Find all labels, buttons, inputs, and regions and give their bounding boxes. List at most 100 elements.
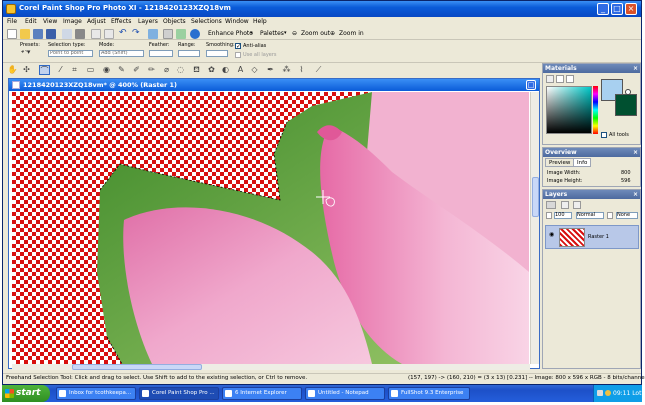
print-icon[interactable] (75, 29, 85, 39)
shape-tool-icon[interactable]: ◇ (249, 65, 260, 75)
vertical-scroll-thumb[interactable] (532, 177, 539, 217)
tray-network-icon[interactable] (597, 390, 603, 396)
hue-slider[interactable] (593, 86, 598, 134)
redo-icon[interactable]: ↷ (132, 29, 142, 39)
menu-window[interactable]: Window (225, 18, 249, 25)
maximize-button[interactable]: □ (611, 3, 623, 15)
new-file-icon[interactable] (7, 29, 17, 39)
layer-properties-icon[interactable] (163, 29, 173, 39)
taskbar-item-inbox[interactable]: Inbox for tcothkeepa... (56, 387, 136, 400)
background-swatch[interactable] (615, 94, 637, 116)
presets-dropdown[interactable]: ↶▾ (20, 50, 40, 57)
palettes-button[interactable]: Palettes (260, 30, 284, 37)
all-tools-checkbox[interactable] (601, 132, 607, 138)
document-vertical-scrollbar[interactable] (530, 92, 539, 364)
dodge-tool-icon[interactable]: ⌀ (161, 65, 172, 75)
materials-header[interactable]: Materials × (543, 64, 640, 73)
horizontal-scroll-thumb[interactable] (72, 364, 202, 370)
pen-tool-icon[interactable]: ✒ (265, 65, 276, 75)
zoom-out-button[interactable]: Zoom out (301, 30, 330, 37)
minimize-button[interactable]: _ (597, 3, 609, 15)
layers-close-icon[interactable]: × (633, 190, 638, 199)
palette-close-icon[interactable]: × (633, 64, 638, 73)
image-canvas[interactable] (12, 92, 529, 364)
enhance-photo-button[interactable]: Enhance Photo (208, 30, 253, 37)
scan-icon[interactable] (62, 29, 72, 39)
eraser-tool-icon[interactable]: ◌ (175, 65, 186, 75)
taskbar-item-internet-explorer[interactable]: 6 Internet Explorer (222, 387, 302, 400)
swap-colors-icon[interactable] (625, 89, 631, 95)
zoom-in-icon[interactable]: ⊕ (330, 30, 335, 37)
straighten-tool-icon[interactable]: ▭ (85, 65, 96, 75)
flood-fill-icon[interactable]: ⛾ (191, 65, 202, 75)
color-picker-square[interactable] (546, 86, 592, 134)
tray-volume-icon[interactable] (605, 390, 611, 396)
title-bar[interactable]: Corel Paint Shop Pro Photo XI - 12184201… (3, 1, 641, 17)
new-layer-icon[interactable] (546, 201, 556, 209)
open-folder-icon[interactable] (20, 29, 30, 39)
clone-brush-icon[interactable]: ✐ (131, 65, 142, 75)
frame-mode-icon[interactable] (546, 75, 554, 83)
learning-center-icon[interactable] (176, 29, 186, 39)
document-horizontal-scrollbar[interactable] (12, 364, 530, 370)
document-maximize-button[interactable]: □ (526, 80, 536, 90)
undo-icon[interactable]: ↶ (119, 29, 129, 39)
swatches-mode-icon[interactable] (566, 75, 574, 83)
makeover-tool-icon[interactable]: ✎ (116, 65, 127, 75)
paint-brush-icon[interactable]: ✏ (146, 65, 157, 75)
menu-edit[interactable]: Edit (25, 18, 37, 25)
duplicate-layer-icon[interactable] (561, 201, 569, 209)
antialias-checkbox[interactable]: ✓ (235, 43, 241, 50)
menu-help[interactable]: Help (253, 18, 267, 25)
red-eye-tool-icon[interactable]: ◉ (101, 65, 112, 75)
selection-type-dropdown[interactable]: Point to point (48, 50, 93, 57)
document-title-bar[interactable]: 1218420123XZQ18vm* @ 400% (Raster 1) □ (9, 79, 539, 91)
help-icon[interactable] (190, 29, 200, 39)
menu-layers[interactable]: Layers (138, 18, 158, 25)
link-group-dropdown[interactable]: None (616, 212, 638, 219)
menu-file[interactable]: File (7, 18, 17, 25)
overview-header[interactable]: Overview × (543, 148, 640, 157)
picture-tube-icon[interactable]: ✿ (206, 65, 217, 75)
menu-view[interactable]: View (43, 18, 57, 25)
mode-dropdown[interactable]: Add (Shift) (99, 50, 144, 57)
freehand-selection-tool-icon[interactable]: ⌒ (39, 65, 50, 75)
menu-effects[interactable]: Effects (111, 18, 131, 25)
dropper-tool-icon[interactable]: ⁄ (55, 65, 66, 75)
visibility-eye-icon[interactable]: ◉ (549, 231, 554, 238)
feather-input[interactable] (149, 50, 173, 57)
menu-selections[interactable]: Selections (191, 18, 222, 25)
menu-adjust[interactable]: Adjust (87, 18, 106, 25)
layers-header[interactable]: Layers × (543, 190, 640, 199)
overview-close-icon[interactable]: × (633, 148, 638, 157)
tab-preview[interactable]: Preview (545, 158, 575, 167)
browse-icon[interactable] (33, 29, 43, 39)
range-input[interactable] (178, 50, 200, 57)
lighten-darken-icon[interactable]: ◐ (220, 65, 231, 75)
warp-tool-icon[interactable]: ⁂ (281, 65, 292, 75)
taskbar-item-paint-shop-pro[interactable]: Corel Paint Shop Pro ... (139, 387, 219, 400)
layer-row-raster-1[interactable]: ◉ Raster 1 (545, 225, 639, 249)
zoom-out-icon[interactable]: ⊖ (292, 30, 297, 37)
smoothing-input[interactable] (206, 50, 228, 57)
opacity-input[interactable]: 100 (554, 212, 572, 219)
copy-icon[interactable] (104, 29, 114, 39)
pan-tool-icon[interactable]: ✋ (7, 65, 18, 75)
text-tool-icon[interactable]: A (235, 65, 246, 75)
taskbar-item-fullshot[interactable]: FullShot 9.3 Enterprise (388, 387, 470, 400)
delete-layer-icon[interactable] (573, 201, 581, 209)
scratch-remover-icon[interactable]: ⌇ (296, 65, 307, 75)
taskbar-item-notepad[interactable]: Untitled - Notepad (305, 387, 385, 400)
tab-info[interactable]: Info (573, 158, 592, 167)
use-all-layers-checkbox[interactable] (235, 52, 241, 58)
enhance-photo-dropdown-icon[interactable]: ▾ (250, 30, 253, 36)
palettes-dropdown-icon[interactable]: ▾ (284, 30, 287, 36)
cut-icon[interactable] (91, 29, 101, 39)
background-eraser-icon[interactable]: ⟋ (313, 65, 324, 75)
blend-mode-dropdown[interactable]: Normal (576, 212, 604, 219)
menu-image[interactable]: Image (63, 18, 82, 25)
lock-transparency-icon[interactable] (607, 212, 613, 219)
crop-tool-icon[interactable]: ⌗ (69, 65, 80, 75)
save-icon[interactable] (46, 29, 56, 39)
menu-objects[interactable]: Objects (163, 18, 186, 25)
